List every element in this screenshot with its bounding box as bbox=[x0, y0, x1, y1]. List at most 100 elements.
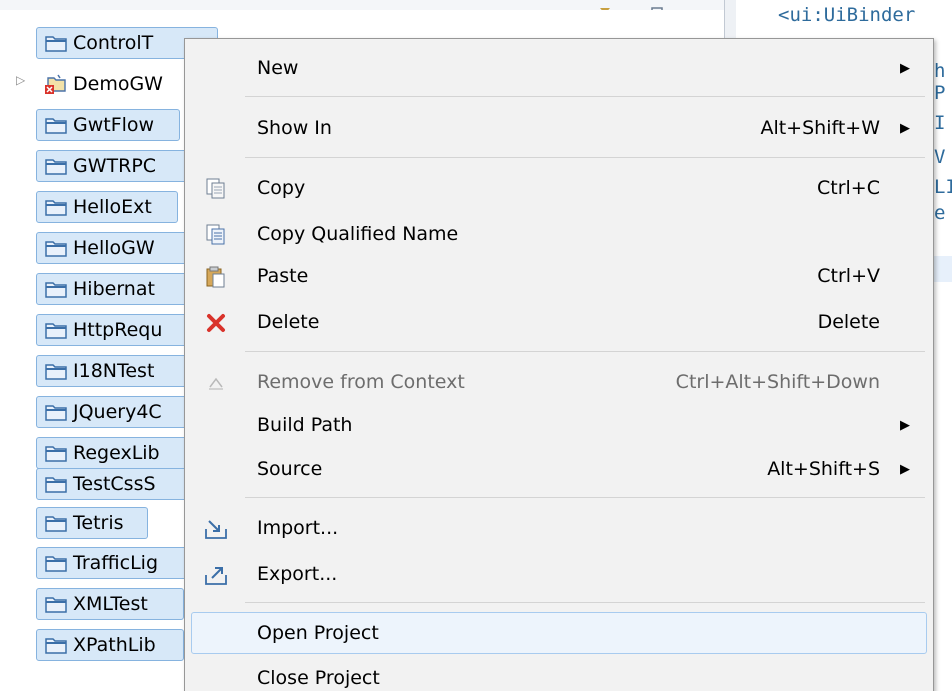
menu-separator bbox=[245, 351, 925, 352]
project-folder-icon bbox=[45, 36, 67, 52]
project-item-hibernate[interactable]: Hibernat bbox=[36, 273, 196, 305]
expand-arrow-icon[interactable]: ▷ bbox=[16, 73, 25, 87]
menu-item-close-project[interactable]: Close Project bbox=[191, 657, 927, 691]
project-folder-icon bbox=[45, 118, 67, 134]
menu-item-import[interactable]: Import... bbox=[191, 507, 927, 549]
menu-item-delete[interactable]: Delete Delete bbox=[191, 301, 927, 343]
menu-separator bbox=[245, 96, 925, 97]
menu-item-shortcut: Alt+Shift+S bbox=[767, 458, 880, 480]
import-icon bbox=[204, 518, 228, 540]
code-line: e bbox=[934, 202, 946, 224]
menu-item-label: Source bbox=[257, 458, 323, 480]
project-item-testcsss[interactable]: TestCssS bbox=[36, 468, 196, 500]
project-folder-icon bbox=[45, 364, 67, 380]
eclipse-window: ▷ ControlT DemoGW GwtFlow GWTRPC HelloEx… bbox=[0, 0, 952, 691]
project-item-httprequest[interactable]: HttpRequ bbox=[36, 314, 196, 346]
delete-icon bbox=[204, 312, 228, 334]
java-project-error-icon bbox=[45, 74, 66, 94]
project-item-gwtrpc[interactable]: GWTRPC bbox=[36, 150, 196, 182]
menu-item-label: Copy bbox=[257, 177, 306, 199]
submenu-arrow-icon: ▶ bbox=[900, 461, 910, 477]
project-folder-icon bbox=[45, 477, 67, 493]
menu-item-shortcut: Ctrl+Alt+Shift+Down bbox=[675, 371, 880, 393]
menu-item-shortcut: Ctrl+V bbox=[817, 265, 880, 287]
context-menu: New ▶ Show In Alt+Shift+W ▶ Copy Ctrl+C … bbox=[184, 38, 934, 691]
code-line: P bbox=[934, 82, 946, 104]
project-folder-icon bbox=[45, 516, 67, 532]
submenu-arrow-icon: ▶ bbox=[900, 417, 910, 433]
project-folder-icon bbox=[45, 241, 67, 257]
menu-item-open-project[interactable]: Open Project bbox=[191, 612, 927, 654]
project-folder-icon bbox=[45, 556, 67, 572]
menu-item-shortcut: Alt+Shift+W bbox=[760, 117, 880, 139]
project-name: GWTRPC bbox=[73, 155, 157, 177]
menu-item-source[interactable]: Source Alt+Shift+S ▶ bbox=[191, 448, 927, 490]
paste-icon bbox=[204, 266, 228, 288]
view-menu-icon[interactable] bbox=[598, 0, 612, 14]
project-item-i18ntest[interactable]: I18NTest bbox=[36, 355, 196, 387]
menu-item-label: Paste bbox=[257, 265, 309, 287]
maximize-icon[interactable] bbox=[650, 0, 664, 15]
minimize-icon[interactable] bbox=[540, 0, 554, 14]
export-icon bbox=[204, 564, 228, 586]
submenu-arrow-icon: ▶ bbox=[900, 60, 910, 76]
project-folder-icon bbox=[45, 405, 67, 421]
project-item-xpathlib[interactable]: XPathLib bbox=[36, 629, 184, 661]
project-name: Hibernat bbox=[73, 278, 155, 300]
menu-separator bbox=[245, 602, 925, 603]
copy-icon bbox=[204, 178, 228, 200]
project-item-gwtflow[interactable]: GwtFlow bbox=[36, 109, 180, 141]
project-name: Tetris bbox=[73, 512, 124, 534]
copy-qualified-name-icon bbox=[204, 224, 228, 246]
project-item-hellogwt[interactable]: HelloGW bbox=[36, 232, 196, 264]
menu-item-export[interactable]: Export... bbox=[191, 553, 927, 595]
menu-item-label: Show In bbox=[257, 117, 332, 139]
project-name: XPathLib bbox=[73, 634, 156, 656]
menu-item-shortcut: Ctrl+C bbox=[817, 177, 880, 199]
project-name: TrafficLig bbox=[73, 552, 159, 574]
project-item-helloext[interactable]: HelloExt bbox=[36, 191, 178, 223]
menu-item-label: New bbox=[257, 57, 299, 79]
menu-item-new[interactable]: New ▶ bbox=[191, 47, 927, 89]
code-line: h bbox=[934, 60, 946, 82]
project-folder-icon bbox=[45, 159, 67, 175]
menu-item-label: Export... bbox=[257, 563, 338, 585]
project-name: HelloGW bbox=[73, 237, 155, 259]
project-folder-icon bbox=[45, 446, 67, 462]
menu-item-show-in[interactable]: Show In Alt+Shift+W ▶ bbox=[191, 107, 927, 149]
project-item-regexlib[interactable]: RegexLib bbox=[36, 437, 196, 469]
project-item-trafficlight[interactable]: TrafficLig bbox=[36, 547, 196, 579]
menu-item-shortcut: Delete bbox=[817, 311, 880, 333]
submenu-arrow-icon: ▶ bbox=[900, 120, 910, 136]
menu-item-label: Close Project bbox=[257, 667, 380, 689]
menu-item-label: Copy Qualified Name bbox=[257, 223, 459, 245]
menu-item-paste[interactable]: Paste Ctrl+V bbox=[191, 255, 927, 297]
project-item-tetris[interactable]: Tetris bbox=[36, 507, 148, 539]
code-line: <ui:UiBinder bbox=[778, 4, 916, 26]
project-name: TestCssS bbox=[73, 473, 156, 495]
project-folder-icon bbox=[45, 638, 67, 654]
menu-item-build-path[interactable]: Build Path ▶ bbox=[191, 404, 927, 446]
menu-item-label: Delete bbox=[257, 311, 320, 333]
project-name: GwtFlow bbox=[73, 114, 155, 136]
code-line: LI bbox=[934, 176, 952, 198]
project-name: I18NTest bbox=[73, 360, 155, 382]
menu-item-label: Import... bbox=[257, 517, 339, 539]
menu-item-label: Open Project bbox=[257, 622, 379, 644]
menu-item-copy[interactable]: Copy Ctrl+C bbox=[191, 167, 927, 209]
menu-item-label: Remove from Context bbox=[257, 371, 465, 393]
project-folder-icon bbox=[45, 282, 67, 298]
project-name: HttpRequ bbox=[73, 319, 163, 341]
menu-item-remove-from-context[interactable]: Remove from Context Ctrl+Alt+Shift+Down bbox=[191, 361, 927, 403]
project-item-jquery4gwt[interactable]: JQuery4C bbox=[36, 396, 196, 428]
code-line: V bbox=[934, 146, 946, 168]
project-folder-icon bbox=[45, 200, 67, 216]
menu-item-copy-qualified-name[interactable]: Copy Qualified Name bbox=[191, 213, 927, 255]
code-line: I bbox=[934, 112, 946, 134]
menu-item-label: Build Path bbox=[257, 414, 353, 436]
project-name: DemoGW bbox=[73, 73, 163, 95]
project-item-demogwt[interactable]: DemoGW bbox=[36, 68, 196, 100]
project-name: JQuery4C bbox=[73, 401, 162, 423]
project-name: ControlT bbox=[73, 32, 154, 54]
project-item-xmltest[interactable]: XMLTest bbox=[36, 588, 184, 620]
